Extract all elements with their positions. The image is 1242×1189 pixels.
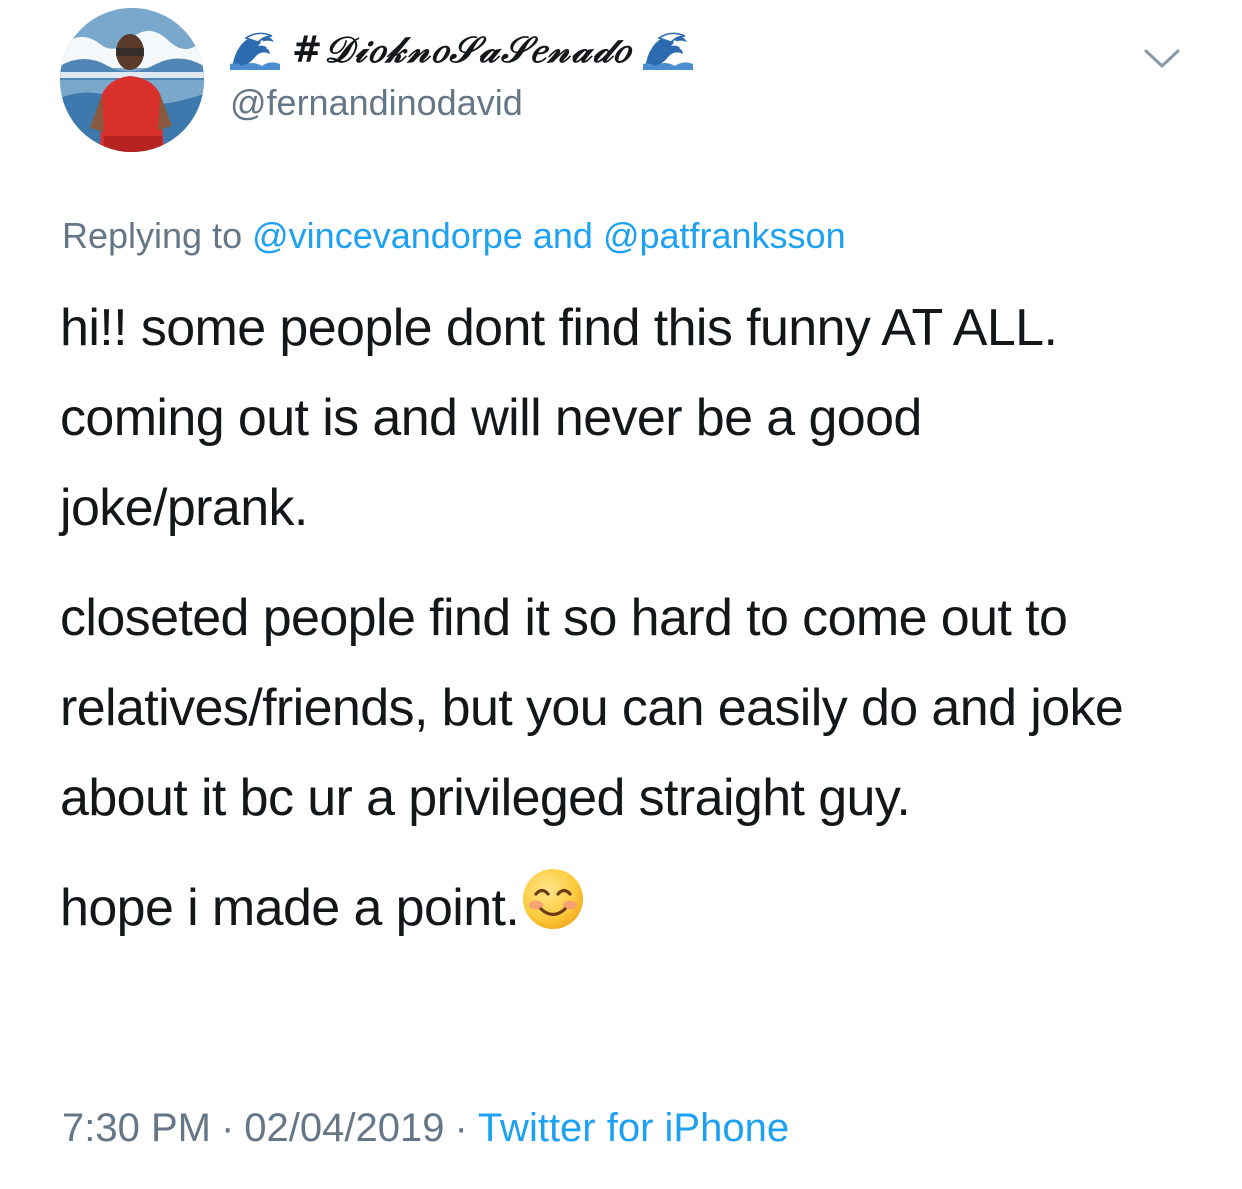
mention-link-vincevandorpe[interactable]: @vincevandorpe	[252, 215, 523, 256]
author-name-row[interactable]: #𝒟𝒾𝑜𝓀𝓃𝑜𝒮𝒶𝒮𝑒𝓃𝒶𝒹𝑜	[228, 22, 696, 78]
avatar-photo	[60, 8, 204, 152]
author-handle[interactable]: @fernandinodavid	[230, 82, 523, 124]
mention-conjunction: and	[532, 215, 593, 256]
tweet-time: 7:30 PM	[62, 1106, 211, 1150]
tweet-paragraph-last: hope i made a point.	[60, 863, 1180, 953]
tweet-date: 02/04/2019	[244, 1106, 445, 1150]
avatar[interactable]	[60, 8, 204, 152]
replying-to-label: Replying to	[62, 215, 243, 256]
smiling-face-icon	[523, 869, 584, 929]
tweet-options-button[interactable]	[1140, 40, 1184, 76]
water-wave-icon	[641, 28, 696, 72]
meta-separator: ·	[454, 1106, 468, 1150]
tweet-paragraph: hi!! some people dont find this funny AT…	[60, 299, 1058, 537]
tweet-detail: #𝒟𝒾𝑜𝓀𝓃𝑜𝒮𝒶𝒮𝑒𝓃𝒶𝒹𝑜 @fernandinodavid Replyin…	[0, 0, 1242, 1189]
tweet-text: hi!! some people dont find this funny AT…	[60, 283, 1180, 953]
author-display-name[interactable]: #𝒟𝒾𝑜𝓀𝓃𝑜𝒮𝒶𝒮𝑒𝓃𝒶𝒹𝑜	[292, 29, 631, 72]
tweet-source-link[interactable]: Twitter for iPhone	[478, 1106, 789, 1150]
tweet-paragraph-text: hope i made a point.	[60, 879, 520, 937]
chevron-down-icon	[1144, 49, 1180, 68]
tweet-paragraph: closeted people find it so hard to come …	[60, 589, 1124, 827]
water-wave-icon	[228, 28, 282, 72]
mention-link-patfranksson[interactable]: @patfranksson	[603, 215, 846, 256]
meta-separator: ·	[220, 1106, 235, 1150]
replying-to-line: Replying to @vincevandorpe and @patfrank…	[62, 215, 846, 257]
tweet-metadata: 7:30 PM · 02/04/2019 · Twitter for iPhone	[62, 1106, 789, 1151]
